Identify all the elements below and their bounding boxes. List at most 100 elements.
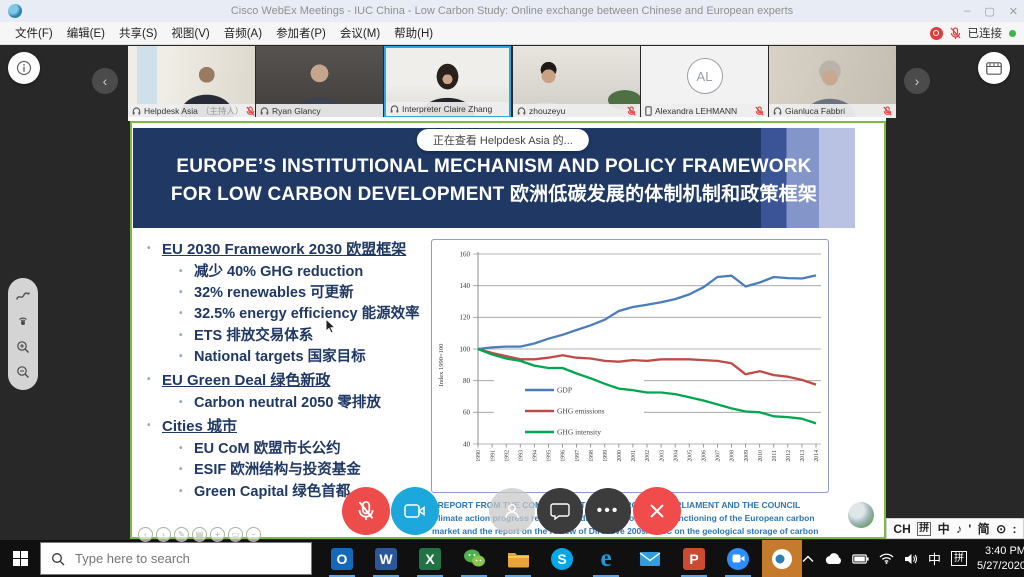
onedrive-cloud-icon[interactable] (824, 553, 842, 565)
taskbar-skype-icon[interactable]: S (542, 540, 582, 577)
taskbar-zoom-icon[interactable] (718, 540, 758, 577)
ime-pinyin-indicator[interactable]: 拼 (951, 551, 967, 566)
taskbar-search[interactable] (40, 542, 312, 575)
zoom-out-icon[interactable] (16, 365, 30, 379)
svg-text:1999: 1999 (603, 450, 609, 462)
info-icon (16, 60, 32, 76)
svg-text:2008: 2008 (730, 450, 736, 462)
ime-pinyin[interactable]: 拼 (917, 522, 931, 536)
taskbar-edge-icon[interactable]: e (586, 540, 626, 577)
svg-text:80: 80 (463, 377, 471, 385)
thumbnails-icon[interactable]: ▤ (192, 527, 207, 542)
annotate-mini-icon[interactable]: ✎ (174, 527, 189, 542)
layout-switch-button[interactable] (978, 52, 1010, 84)
taskbar-clock[interactable]: 3:40 PM 5/27/2020 (977, 544, 1024, 573)
taskbar-word-icon[interactable]: W (366, 540, 406, 577)
ime-chinese-mode[interactable]: 中 (938, 520, 950, 537)
taskbar-excel-icon[interactable]: X (410, 540, 450, 577)
svg-text:2005: 2005 (687, 450, 693, 462)
laser-pointer-icon[interactable] (16, 314, 30, 328)
camera-button[interactable] (391, 487, 439, 535)
info-button[interactable] (8, 52, 40, 84)
ime-punct-icon[interactable]: ' (968, 522, 971, 536)
meeting-content-area: Helpdesk Asia （主持人） Ryan Glancy Interpre… (0, 45, 1024, 540)
chat-button[interactable] (537, 488, 583, 534)
zoom-in-icon[interactable] (16, 340, 30, 354)
ellipsis-icon: ••• (597, 502, 620, 520)
participant-name: Alexandra LEHMANN (655, 106, 737, 116)
menu-edit[interactable]: 编辑(E) (60, 25, 112, 41)
more-options-button[interactable]: ••• (585, 488, 631, 534)
menu-participants[interactable]: 参加者(P) (269, 25, 333, 41)
maximize-button[interactable]: ▢ (984, 5, 994, 18)
fit-view-icon[interactable]: ▭ (228, 527, 243, 542)
taskbar-file-explorer-icon[interactable] (498, 540, 538, 577)
webex-sphere-icon[interactable] (848, 502, 874, 528)
taskbar-powerpoint-icon[interactable]: P (674, 540, 714, 577)
prev-slide-icon[interactable]: ‹ (138, 527, 153, 542)
ime-language-indicator[interactable]: 中 (928, 549, 941, 568)
slide-title: EUROPE’S INSTITUTIONAL MECHANISM AND POL… (133, 147, 855, 208)
headset-icon (132, 107, 141, 116)
menu-meeting[interactable]: 会议(M) (333, 25, 387, 41)
menu-file[interactable]: 文件(F) (8, 25, 60, 41)
participant-tile-zhouzeyu[interactable]: zhouzeyu (513, 46, 640, 118)
wifi-icon[interactable] (879, 553, 894, 564)
start-button[interactable] (0, 540, 40, 577)
menu-audio[interactable]: 音频(A) (217, 25, 269, 41)
ime-bar[interactable]: CH 拼 中 ♪ ' 简 ⊙ : (886, 518, 1024, 539)
phone-icon (645, 106, 652, 116)
webex-meeting-window: Cisco WebEx Meetings - IUC China - Low C… (0, 0, 1024, 577)
participant-tile-gianluca-fabbri[interactable]: Gianluca Fabbri (769, 46, 896, 118)
ime-tone-icon[interactable]: ♪ (956, 522, 962, 536)
taskbar-mail-icon[interactable] (630, 540, 670, 577)
scroll-videos-right-button[interactable]: › (904, 68, 930, 94)
scroll-videos-left-button[interactable]: ‹ (92, 68, 118, 94)
participant-name: Interpreter Claire Zhang (402, 104, 492, 114)
ime-logo-icon[interactable]: ⊙ (996, 522, 1006, 536)
viewing-banner: 正在查看 Helpdesk Asia 的... (417, 129, 589, 151)
clock-date: 5/27/2020 (977, 559, 1024, 573)
host-suffix: （主持人） (201, 105, 244, 117)
muted-mic-icon (627, 106, 636, 117)
participant-tile-alexandra-lehmann[interactable]: AL Alexandra LEHMANN (641, 46, 768, 118)
search-input[interactable] (73, 550, 277, 567)
ime-ch[interactable]: CH (893, 522, 910, 536)
menu-help[interactable]: 帮助(H) (387, 25, 440, 41)
hidden-icons-chevron[interactable] (802, 555, 814, 563)
menu-bar: 文件(F) 编辑(E) 共享(S) 视图(V) 音频(A) 参加者(P) 会议(… (0, 22, 1024, 45)
svg-text:2012: 2012 (786, 450, 792, 462)
svg-text:140: 140 (460, 282, 471, 290)
participants-button[interactable] (489, 488, 535, 534)
menu-view[interactable]: 视图(V) (164, 25, 216, 41)
muted-mic-status-icon (950, 27, 961, 40)
taskbar-wechat-icon[interactable] (454, 540, 494, 577)
menu-share[interactable]: 共享(S) (112, 25, 164, 41)
taskbar-webex-icon[interactable] (762, 540, 802, 577)
volume-icon[interactable] (904, 553, 918, 565)
zoom-out-mini-icon[interactable]: − (246, 527, 261, 542)
ime-simplified[interactable]: 简 (978, 520, 990, 537)
muted-mic-icon (246, 106, 255, 117)
svg-text:40: 40 (463, 440, 471, 448)
annotate-pen-icon[interactable] (15, 289, 31, 303)
avatar: AL (687, 58, 723, 94)
bullet-l2: National targets 国家目标 (194, 349, 428, 366)
participant-name: Gianluca Fabbri (785, 106, 845, 116)
participant-tile-claire-zhang[interactable]: Interpreter Claire Zhang (384, 46, 511, 118)
minimize-button[interactable]: – (964, 5, 970, 17)
participant-tile-ryan-glancy[interactable]: Ryan Glancy (256, 46, 383, 118)
battery-icon[interactable] (852, 554, 869, 564)
participants-icon (502, 501, 522, 521)
mute-button[interactable] (342, 487, 390, 535)
next-slide-icon[interactable]: › (156, 527, 171, 542)
svg-text:160: 160 (460, 250, 471, 258)
participant-tile-helpdesk-asia[interactable]: Helpdesk Asia （主持人） (128, 46, 255, 118)
ime-more[interactable]: : (1013, 522, 1017, 536)
bullet-l2: 减少 40% GHG reduction (194, 264, 428, 281)
zoom-tool-icon[interactable]: + (210, 527, 225, 542)
leave-meeting-button[interactable] (633, 487, 681, 535)
svg-text:1990: 1990 (476, 450, 482, 462)
close-button[interactable]: ✕ (1009, 5, 1018, 18)
taskbar-outlook-icon[interactable]: O (322, 540, 362, 577)
